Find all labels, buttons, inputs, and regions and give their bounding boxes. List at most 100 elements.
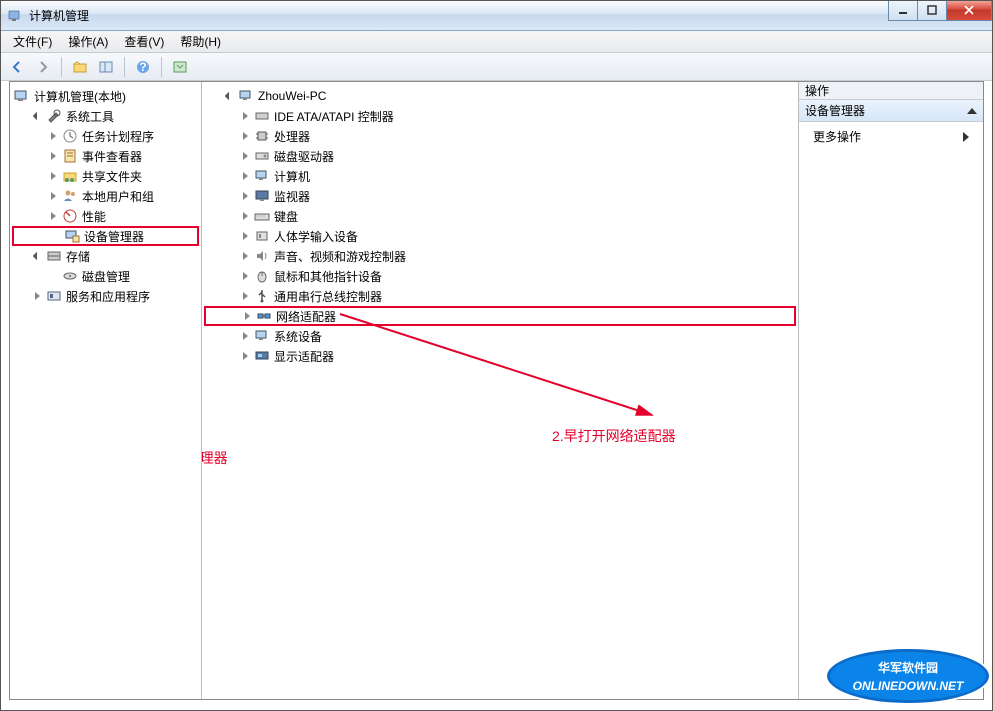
tree-device-manager[interactable]: 设备管理器 bbox=[12, 226, 199, 246]
tree-storage[interactable]: 存储 bbox=[12, 246, 199, 266]
tree-label: 磁盘管理 bbox=[82, 268, 130, 285]
tree-label: 键盘 bbox=[274, 208, 298, 225]
menu-help[interactable]: 帮助(H) bbox=[172, 31, 229, 52]
expand-icon[interactable] bbox=[238, 269, 252, 283]
expand-icon[interactable] bbox=[46, 129, 60, 143]
device-cpu[interactable]: 处理器 bbox=[204, 126, 796, 146]
device-system[interactable]: 系统设备 bbox=[204, 326, 796, 346]
tree-services[interactable]: 服务和应用程序 bbox=[12, 286, 199, 306]
watermark-logo: 华军软件园 ONLINEDOWN.NET bbox=[824, 646, 992, 706]
device-usb[interactable]: 通用串行总线控制器 bbox=[204, 286, 796, 306]
tree-root-local[interactable]: 计算机管理(本地) bbox=[12, 86, 199, 106]
expand-icon[interactable] bbox=[238, 249, 252, 263]
collapse-icon bbox=[967, 108, 977, 114]
device-keyboard[interactable]: 键盘 bbox=[204, 206, 796, 226]
expand-icon[interactable] bbox=[46, 209, 60, 223]
hid-icon bbox=[254, 228, 270, 244]
tree-label: 系统设备 bbox=[274, 328, 322, 345]
device-ide[interactable]: IDE ATA/ATAPI 控制器 bbox=[204, 106, 796, 126]
refresh-button[interactable] bbox=[168, 55, 192, 79]
expand-icon[interactable] bbox=[238, 229, 252, 243]
expand-icon[interactable] bbox=[240, 309, 254, 323]
tree-disk-management[interactable]: 磁盘管理 bbox=[12, 266, 199, 286]
tree-local-users[interactable]: 本地用户和组 bbox=[12, 186, 199, 206]
watermark-text-1: 华军软件园 bbox=[878, 660, 938, 675]
device-mgr-icon bbox=[64, 228, 80, 244]
middle-tree-pane: ZhouWei-PC IDE ATA/ATAPI 控制器 处理器 磁盘驱动器 计… bbox=[202, 82, 799, 699]
device-tree: ZhouWei-PC IDE ATA/ATAPI 控制器 处理器 磁盘驱动器 计… bbox=[202, 82, 798, 370]
tree-label: 设备管理器 bbox=[84, 228, 144, 245]
tree-label: 服务和应用程序 bbox=[66, 288, 150, 305]
tree-label: 磁盘驱动器 bbox=[274, 148, 334, 165]
expand-icon[interactable] bbox=[46, 169, 60, 183]
actions-section-device-manager[interactable]: 设备管理器 bbox=[799, 100, 983, 122]
device-disk-drive[interactable]: 磁盘驱动器 bbox=[204, 146, 796, 166]
actions-more-label: 更多操作 bbox=[813, 128, 861, 145]
close-button[interactable] bbox=[946, 1, 992, 21]
tree-label: 性能 bbox=[82, 208, 106, 225]
expand-icon[interactable] bbox=[238, 329, 252, 343]
svg-text:?: ? bbox=[139, 60, 146, 74]
device-sound[interactable]: 声音、视频和游戏控制器 bbox=[204, 246, 796, 266]
device-root[interactable]: ZhouWei-PC bbox=[204, 86, 796, 106]
monitor-icon bbox=[254, 188, 270, 204]
tree-label: 处理器 bbox=[274, 128, 310, 145]
tree-label: 系统工具 bbox=[66, 108, 114, 125]
expand-icon[interactable] bbox=[30, 289, 44, 303]
view-button[interactable] bbox=[94, 55, 118, 79]
expand-icon[interactable] bbox=[238, 109, 252, 123]
tools-icon bbox=[46, 108, 62, 124]
expand-icon[interactable] bbox=[238, 209, 252, 223]
tree-shared-folders[interactable]: 共享文件夹 bbox=[12, 166, 199, 186]
left-tree: 计算机管理(本地) 系统工具 任务计划程序 事件查看器 bbox=[10, 82, 201, 310]
device-hid[interactable]: 人体学输入设备 bbox=[204, 226, 796, 246]
disk-icon bbox=[62, 268, 78, 284]
tree-task-scheduler[interactable]: 任务计划程序 bbox=[12, 126, 199, 146]
device-monitor[interactable]: 监视器 bbox=[204, 186, 796, 206]
device-network[interactable]: 网络适配器 bbox=[204, 306, 796, 326]
expand-icon[interactable] bbox=[238, 189, 252, 203]
submenu-icon bbox=[963, 132, 969, 142]
minimize-button[interactable] bbox=[888, 1, 918, 21]
device-display[interactable]: 显示适配器 bbox=[204, 346, 796, 366]
users-icon bbox=[62, 188, 78, 204]
ide-icon bbox=[254, 108, 270, 124]
menu-action[interactable]: 操作(A) bbox=[60, 31, 116, 52]
usb-icon bbox=[254, 288, 270, 304]
tree-performance[interactable]: 性能 bbox=[12, 206, 199, 226]
expand-icon[interactable] bbox=[238, 289, 252, 303]
expand-icon[interactable] bbox=[222, 89, 236, 103]
system-icon bbox=[254, 328, 270, 344]
toolbar-separator-2 bbox=[124, 57, 125, 77]
back-button[interactable] bbox=[5, 55, 29, 79]
expand-icon[interactable] bbox=[30, 249, 44, 263]
expand-icon[interactable] bbox=[238, 129, 252, 143]
help-button[interactable]: ? bbox=[131, 55, 155, 79]
tree-label: 任务计划程序 bbox=[82, 128, 154, 145]
tree-label: IDE ATA/ATAPI 控制器 bbox=[274, 108, 394, 125]
tree-system-tools[interactable]: 系统工具 bbox=[12, 106, 199, 126]
expand-icon[interactable] bbox=[30, 109, 44, 123]
device-mouse[interactable]: 鼠标和其他指针设备 bbox=[204, 266, 796, 286]
expand-icon[interactable] bbox=[238, 349, 252, 363]
tree-label: 存储 bbox=[66, 248, 90, 265]
computer-mgmt-icon bbox=[14, 88, 30, 104]
tree-event-viewer[interactable]: 事件查看器 bbox=[12, 146, 199, 166]
window-title: 计算机管理 bbox=[29, 7, 89, 24]
folder-share-icon bbox=[62, 168, 78, 184]
pc-icon bbox=[238, 88, 254, 104]
up-folder-button[interactable] bbox=[68, 55, 92, 79]
expand-icon[interactable] bbox=[238, 169, 252, 183]
performance-icon bbox=[62, 208, 78, 224]
menu-file[interactable]: 文件(F) bbox=[5, 31, 60, 52]
maximize-button[interactable] bbox=[917, 1, 947, 21]
menu-view[interactable]: 查看(V) bbox=[116, 31, 172, 52]
expand-icon[interactable] bbox=[238, 149, 252, 163]
expand-icon[interactable] bbox=[46, 189, 60, 203]
actions-more[interactable]: 更多操作 bbox=[799, 122, 983, 151]
forward-button[interactable] bbox=[31, 55, 55, 79]
actions-sub-label: 设备管理器 bbox=[805, 102, 865, 119]
expand-icon[interactable] bbox=[46, 149, 60, 163]
tree-label: 计算机管理(本地) bbox=[34, 88, 126, 105]
device-computer[interactable]: 计算机 bbox=[204, 166, 796, 186]
